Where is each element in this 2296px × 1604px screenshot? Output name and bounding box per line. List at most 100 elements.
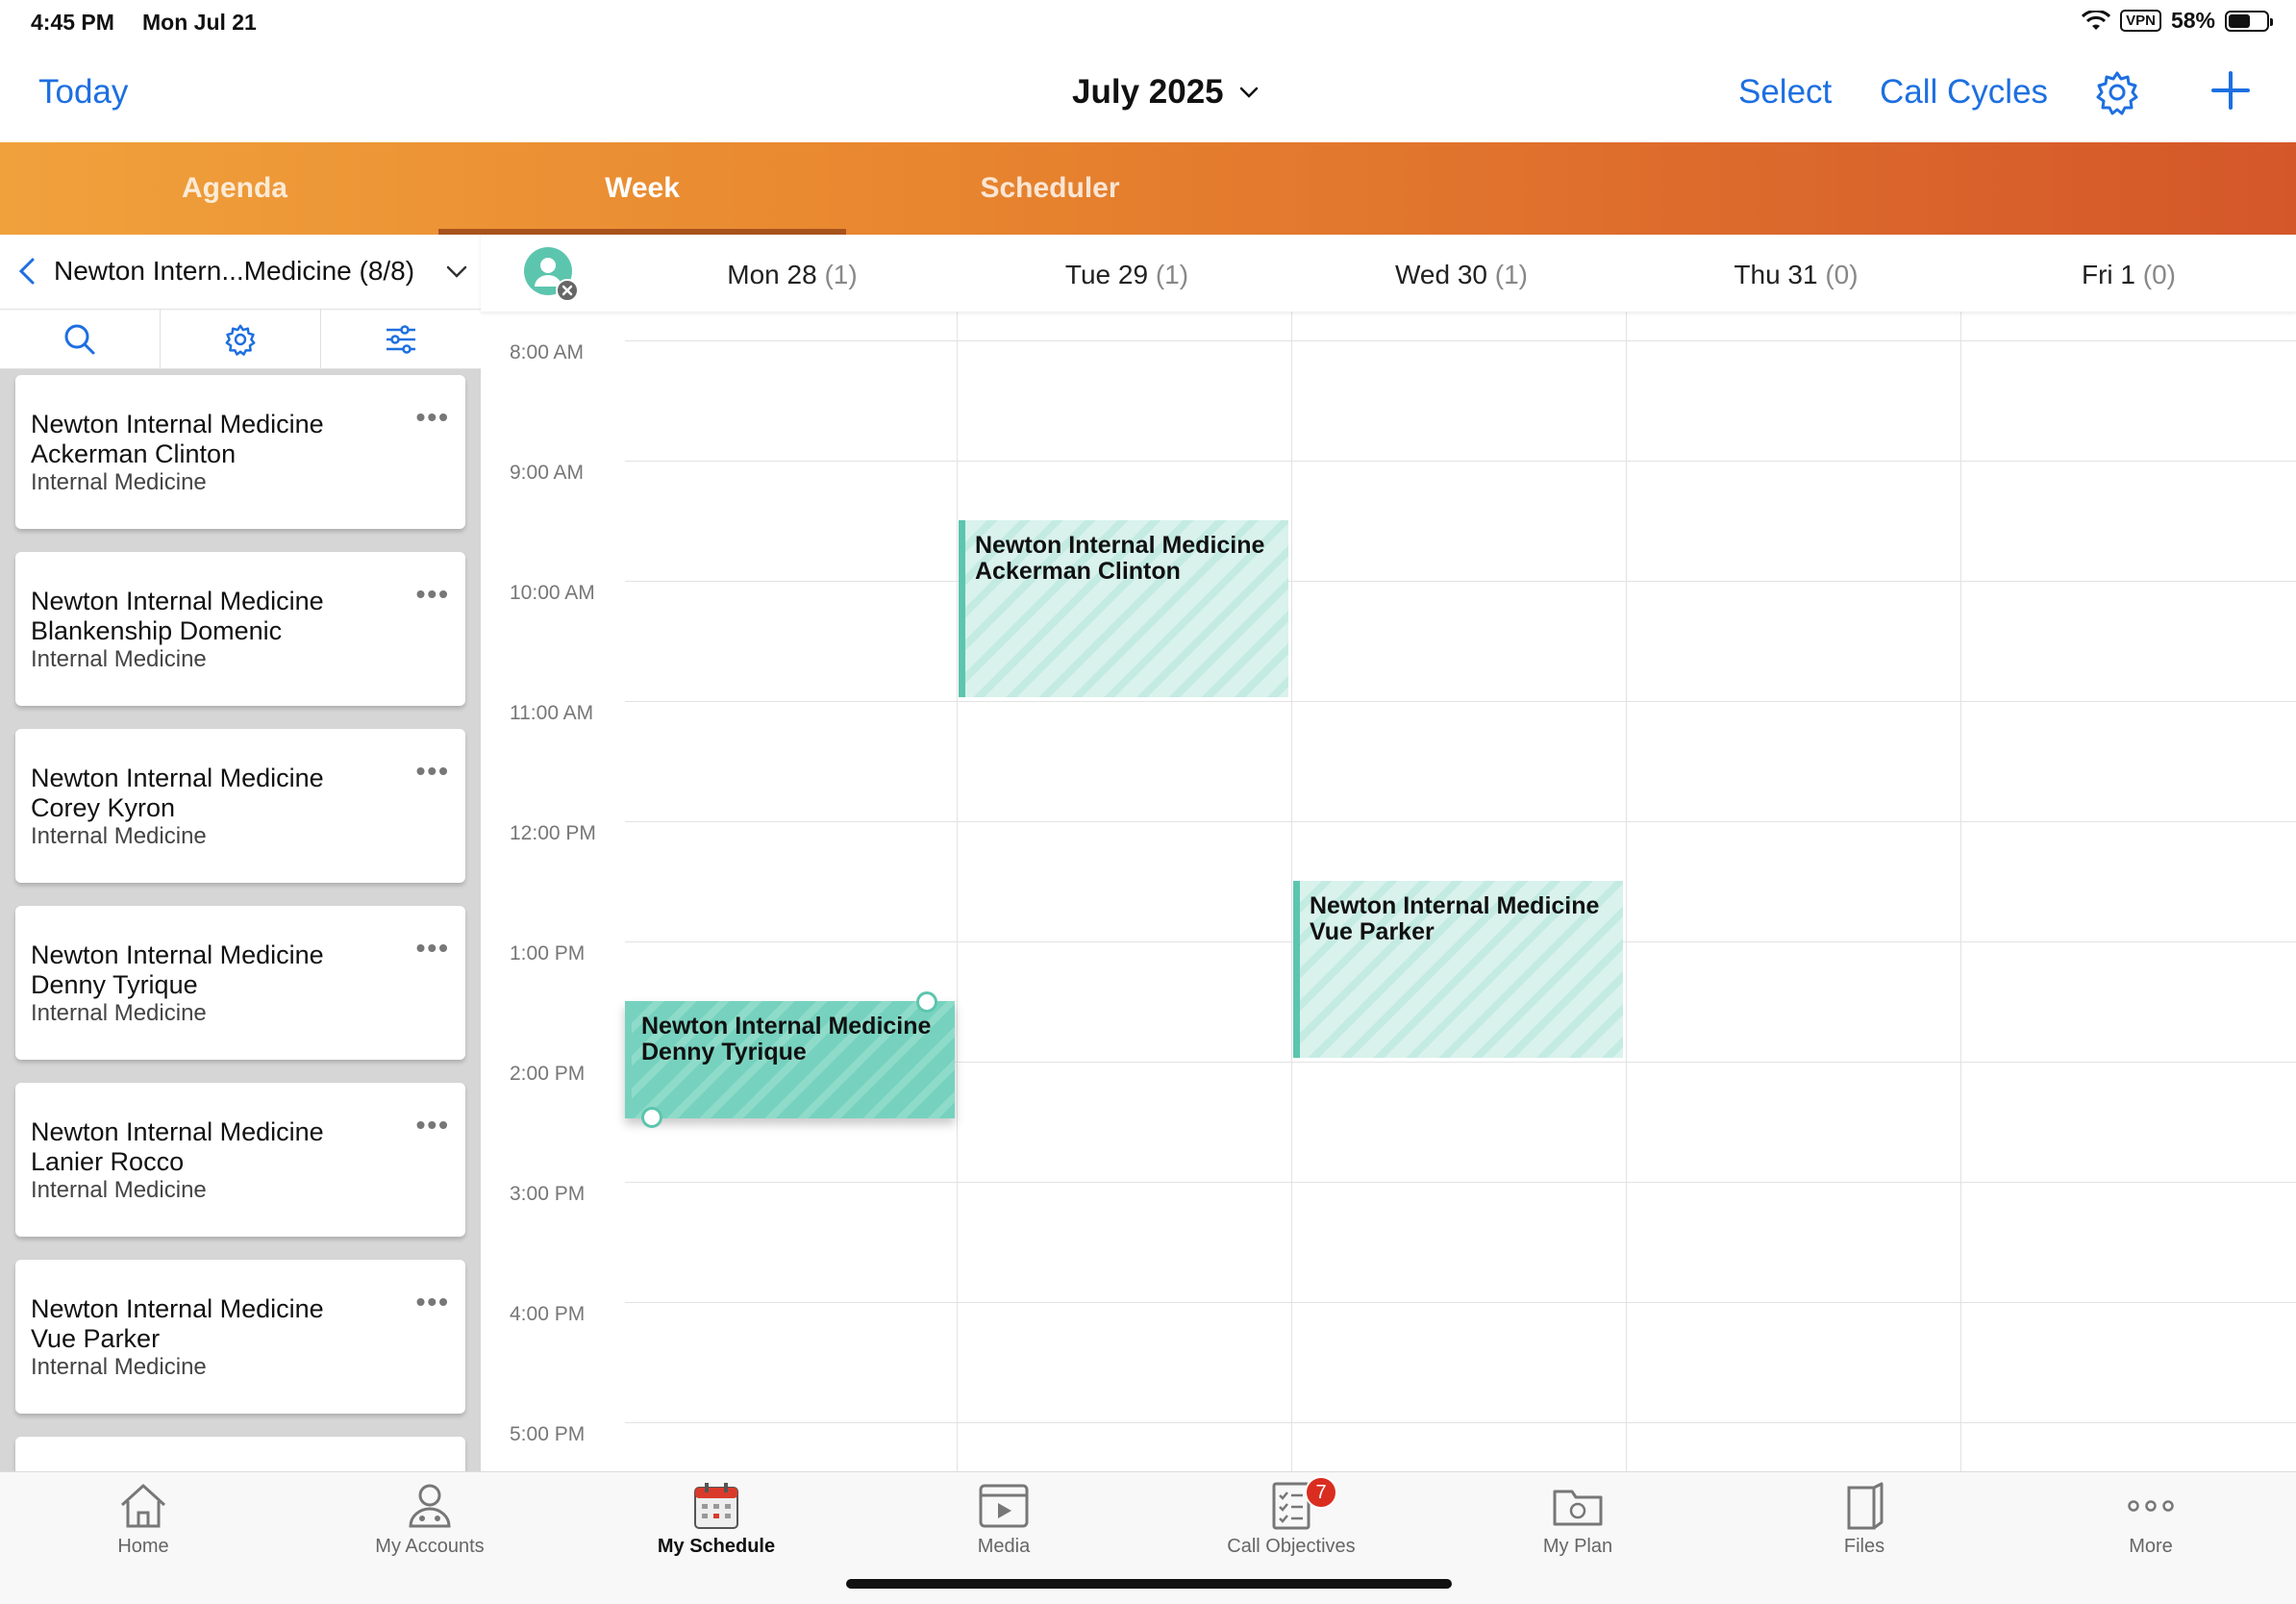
day-label: Fri 1 [2081, 260, 2135, 289]
bottom-tab-my-schedule[interactable]: My Schedule [620, 1482, 812, 1558]
list-item[interactable]: Newton Internal Medicine Denny Tyrique I… [15, 906, 465, 1060]
more-icon[interactable]: ••• [416, 1287, 450, 1317]
hour-line [625, 1302, 2296, 1303]
account-name: Newton Internal Medicine [31, 940, 324, 969]
list-item[interactable]: ••• [15, 1437, 465, 1471]
list-item[interactable]: Newton Internal Medicine Lanier Rocco In… [15, 1083, 465, 1237]
panel-toolbar [0, 310, 481, 369]
view-tabs: Agenda Week Scheduler [0, 142, 2296, 235]
home-icon [120, 1484, 166, 1528]
status-time: 4:45 PM [31, 10, 114, 35]
bottom-tab-call-objectives[interactable]: 7 Call Objectives [1195, 1476, 1387, 1558]
accounts-panel: Newton Intern...Medicine (8/8) Newton In… [0, 235, 481, 1471]
search-icon [64, 324, 95, 354]
event-ackerman-clinton[interactable]: Newton Internal Medicine Ackerman Clinto… [959, 520, 1288, 697]
day-divider [957, 312, 958, 1471]
event-contact: Ackerman Clinton [975, 558, 1181, 585]
hour-line [625, 581, 2296, 582]
list-item[interactable]: Newton Internal Medicine Ackerman Clinto… [15, 375, 465, 529]
add-icon[interactable] [2208, 67, 2254, 113]
account-name: Newton Internal Medicine [31, 587, 324, 615]
day-label: Tue 29 [1064, 260, 1149, 289]
month-picker[interactable]: July 2025 [1072, 73, 1259, 112]
time-label: 10:00 AM [510, 582, 595, 604]
account-name: Newton Internal Medicine [31, 1117, 324, 1146]
week-grid[interactable]: 8:00 AM 9:00 AM 10:00 AM 11:00 AM 12:00 … [481, 312, 2296, 1471]
day-header-mon[interactable]: Mon 28 (1) [625, 260, 960, 290]
bottom-tab-media[interactable]: Media [908, 1482, 1100, 1558]
more-icon[interactable]: ••• [416, 1464, 450, 1471]
list-item[interactable]: Newton Internal Medicine Blankenship Dom… [15, 552, 465, 706]
person-filter-icon[interactable] [523, 246, 579, 302]
panel-settings-button[interactable] [161, 310, 321, 368]
day-header-tue[interactable]: Tue 29 (1) [960, 260, 1294, 290]
tab-scheduler[interactable]: Scheduler [846, 142, 1254, 235]
hour-line [625, 701, 2296, 702]
today-button[interactable]: Today [38, 73, 128, 112]
more-icon[interactable]: ••• [416, 756, 450, 787]
resize-handle-top[interactable] [916, 991, 937, 1013]
bottom-tab-more[interactable]: More [2055, 1482, 2247, 1558]
call-cycles-button[interactable]: Call Cycles [1880, 73, 2048, 112]
gear-icon[interactable] [2094, 69, 2140, 115]
day-count: (0) [2142, 260, 2176, 289]
bottom-tab-label: My Accounts [375, 1536, 485, 1557]
day-header-wed[interactable]: Wed 30 (1) [1294, 260, 1629, 290]
time-label: 1:00 PM [510, 942, 586, 965]
panel-title[interactable]: Newton Intern...Medicine (8/8) [54, 256, 414, 287]
event-denny-tyrique[interactable]: Newton Internal Medicine Denny Tyrique [625, 1001, 955, 1118]
bottom-tab-files[interactable]: Files [1768, 1482, 1960, 1558]
contact-name: Ackerman Clinton [31, 439, 237, 468]
search-button[interactable] [0, 310, 161, 368]
gear-icon [225, 324, 256, 356]
time-label: 8:00 AM [510, 341, 585, 363]
battery-percent: 58% [2170, 8, 2215, 33]
filter-button[interactable] [321, 310, 481, 368]
more-icon[interactable]: ••• [416, 933, 450, 964]
bottom-tab-my-plan[interactable]: My Plan [1482, 1482, 1674, 1558]
more-icon[interactable]: ••• [416, 1110, 450, 1140]
tab-week[interactable]: Week [438, 142, 846, 235]
nav-bar: Today July 2025 Select Call Cycles [0, 44, 2296, 142]
time-label: 12:00 PM [510, 822, 596, 844]
resize-handle-bottom[interactable] [641, 1107, 662, 1128]
select-button[interactable]: Select [1738, 73, 1832, 112]
more-icon[interactable]: ••• [416, 402, 450, 433]
specialty: Internal Medicine [31, 646, 207, 672]
more-icon[interactable]: ••• [416, 579, 450, 610]
hour-line [625, 1182, 2296, 1183]
time-label: 11:00 AM [510, 702, 594, 724]
contact-name: Corey Kyron [31, 793, 176, 822]
account-name: Newton Internal Medicine [31, 764, 324, 792]
event-contact: Vue Parker [1310, 918, 1435, 945]
list-item[interactable]: Newton Internal Medicine Corey Kyron Int… [15, 729, 465, 883]
chevron-down-icon[interactable] [444, 262, 469, 283]
account-name: Newton Internal Medicine [31, 410, 324, 439]
contact-name: Blankenship Domenic [31, 616, 283, 645]
day-header-thu[interactable]: Thu 31 (0) [1629, 260, 1963, 290]
contact-name: Vue Parker [31, 1324, 161, 1353]
chevron-left-icon[interactable] [15, 256, 38, 287]
day-label: Thu 31 [1734, 260, 1818, 289]
files-icon [1847, 1482, 1884, 1530]
list-item[interactable]: Newton Internal Medicine Vue Parker Inte… [15, 1260, 465, 1414]
event-vue-parker[interactable]: Newton Internal Medicine Vue Parker [1293, 881, 1623, 1058]
bottom-tab-my-accounts[interactable]: My Accounts [334, 1482, 526, 1558]
week-header: Mon 28 (1) Tue 29 (1) Wed 30 (1) Thu 31 … [481, 235, 2296, 312]
event-account: Newton Internal Medicine [1310, 892, 1600, 919]
contact-name: Denny Tyrique [31, 970, 198, 999]
home-indicator[interactable] [846, 1579, 1452, 1589]
tab-agenda[interactable]: Agenda [31, 142, 438, 235]
bottom-tab-label: More [2129, 1536, 2173, 1557]
more-icon [2128, 1500, 2174, 1512]
bottom-tab-label: Home [117, 1536, 169, 1557]
event-account: Newton Internal Medicine [975, 532, 1265, 559]
hour-line [625, 340, 2296, 341]
event-contact: Denny Tyrique [641, 1039, 807, 1065]
day-header-fri[interactable]: Fri 1 (0) [1961, 260, 2296, 290]
panel-header: Newton Intern...Medicine (8/8) [0, 235, 481, 310]
bottom-tab-home[interactable]: Home [47, 1482, 239, 1558]
event-account: Newton Internal Medicine [641, 1013, 932, 1040]
day-label: Mon 28 [727, 260, 817, 289]
media-icon [979, 1484, 1029, 1528]
